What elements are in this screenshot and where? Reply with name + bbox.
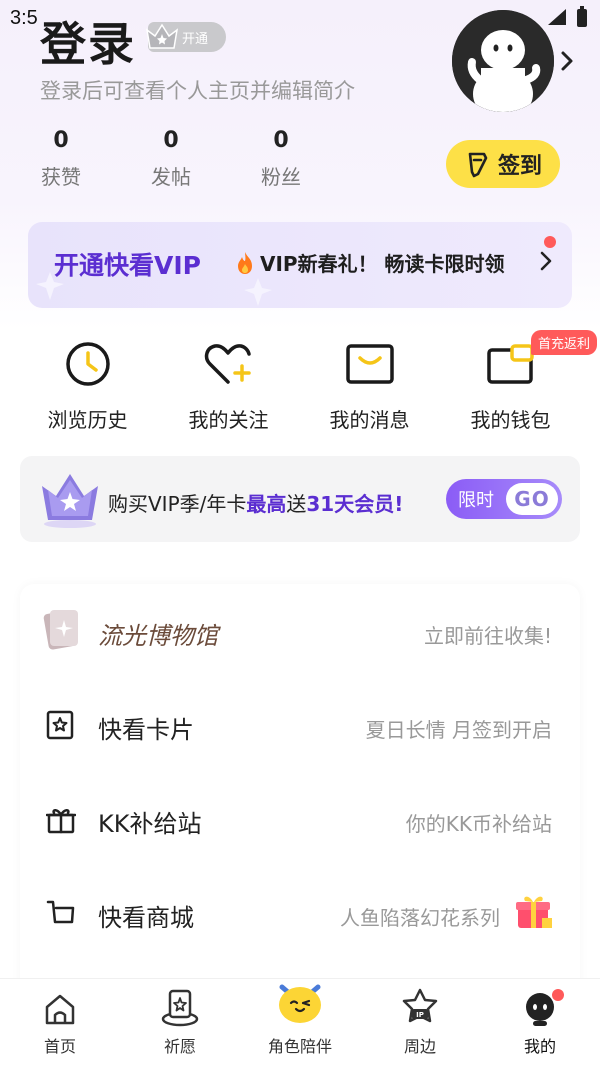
tab-mine[interactable]: 我的 — [480, 979, 600, 1066]
chevron-right-icon — [540, 251, 552, 271]
mail-icon — [345, 344, 394, 384]
stat-fans[interactable]: 0 粉丝 — [250, 128, 312, 190]
gift-box-icon — [516, 896, 552, 928]
login-subtitle: 登录后可查看个人主页并编辑简介 — [40, 79, 355, 103]
vip-banner-title: 开通快看VIP — [54, 251, 201, 280]
menu-item-supply[interactable]: KK补给站 你的KK币补给站 — [20, 788, 580, 848]
clock-icon — [65, 342, 110, 386]
menu-label: 快看卡片 — [98, 716, 194, 744]
quick-history[interactable]: 浏览历史 — [17, 338, 158, 433]
stat-label: 粉丝 — [261, 165, 301, 189]
tab-home[interactable]: 首页 — [0, 979, 120, 1066]
vip-banner-promo: VIP新春礼！ 畅读卡限时领 — [234, 248, 505, 277]
menu-hint: 你的KK币补给站 — [405, 812, 552, 836]
menu-hint: 夏日长情 月签到开启 — [365, 718, 552, 742]
vip-promo-text-b: 最高 — [246, 492, 287, 516]
menu-card: 流光博物馆 立即前往收集! 快看卡片 夏日长情 月签到开启 KK补给站 你的KK… — [20, 584, 580, 1004]
signin-label: 签到 — [497, 154, 542, 179]
home-icon — [45, 994, 75, 1025]
signal-icon — [548, 9, 566, 25]
vip-promo-text-c: 送 — [286, 492, 307, 516]
wish-card-icon — [161, 989, 199, 1027]
stat-posts[interactable]: 0 发帖 — [140, 128, 202, 190]
menu-label: KK补给站 — [98, 810, 202, 838]
fire-icon — [238, 251, 252, 274]
go-label: GO — [506, 483, 558, 515]
quick-label: 浏览历史 — [47, 408, 128, 432]
quick-label: 我的关注 — [188, 408, 269, 432]
gift-icon — [46, 809, 76, 834]
ip-star-icon: IP — [402, 988, 438, 1023]
heart-plus-icon — [204, 344, 251, 384]
wallet-icon — [486, 344, 534, 384]
menu-hint: 人鱼陷落幻花系列 — [340, 906, 500, 930]
menu-label: 流光博物馆 — [98, 622, 218, 650]
vip-promo-text-a: 购买VIP季/年卡 — [108, 492, 247, 516]
notification-dot — [552, 989, 564, 1001]
stat-value: 0 — [53, 128, 69, 153]
limited-label: 限时 — [458, 490, 494, 511]
companion-mascot-icon — [279, 984, 321, 1023]
stat-value: 0 — [273, 128, 289, 153]
tab-wish[interactable]: 祈愿 — [120, 979, 240, 1066]
menu-item-shop[interactable]: 快看商城 人鱼陷落幻花系列 — [20, 882, 580, 942]
menu-item-cards[interactable]: 快看卡片 夏日长情 月签到开启 — [20, 694, 580, 754]
quick-label: 我的钱包 — [470, 408, 551, 432]
stat-likes[interactable]: 0 获赞 — [30, 128, 92, 190]
pencil-icon — [468, 152, 488, 178]
tab-label: 我的 — [523, 1037, 556, 1056]
tab-label: 角色陪伴 — [267, 1037, 332, 1056]
tab-label: 首页 — [43, 1037, 76, 1056]
quick-label: 我的消息 — [329, 408, 410, 432]
vip-promo-banner[interactable]: 购买VIP季/年卡最高送31天会员! 限时 GO — [20, 456, 580, 542]
vip-tag-label: 开通 — [182, 31, 209, 47]
menu-item-museum[interactable]: 流光博物馆 立即前往收集! — [20, 600, 580, 660]
quick-follow[interactable]: 我的关注 — [158, 338, 299, 433]
bottom-tab-bar: 首页 祈愿 角色陪伴 IP 周边 我的 — [0, 978, 600, 1066]
stat-label: 获赞 — [41, 165, 81, 189]
notification-dot — [544, 236, 556, 248]
menu-hint: 立即前往收集! — [423, 624, 552, 648]
cart-icon — [46, 900, 75, 924]
vip-promo-text-d: 31天会员! — [306, 492, 404, 516]
chevron-right-icon[interactable] — [560, 50, 574, 72]
profile-stats: 0 获赞 0 发帖 0 粉丝 — [30, 128, 312, 190]
menu-label: 快看商城 — [98, 904, 194, 932]
crown-icon — [42, 474, 98, 528]
vip-promo-text: 购买VIP季/年卡最高送31天会员! — [108, 488, 403, 517]
signin-button[interactable]: 签到 — [446, 140, 560, 188]
stat-value: 0 — [163, 128, 179, 153]
login-title[interactable]: 登录 — [40, 8, 136, 74]
vip-banner-promo-text: VIP新春礼！ 畅读卡限时领 — [260, 252, 505, 276]
crown-icon — [145, 23, 179, 49]
card-icon — [46, 710, 74, 740]
museum-card-icon — [43, 610, 78, 650]
limited-go-button[interactable]: 限时 GO — [446, 479, 562, 519]
battery-icon — [577, 6, 587, 27]
tab-label: 祈愿 — [163, 1037, 196, 1056]
quick-actions: 浏览历史 我的关注 我的消息 我的钱包 首充返利 — [0, 330, 600, 433]
quick-wallet[interactable]: 我的钱包 首充返利 — [440, 330, 597, 433]
default-avatar-icon — [452, 10, 554, 112]
quick-messages[interactable]: 我的消息 — [299, 338, 440, 433]
svg-text:IP: IP — [416, 1011, 424, 1019]
tab-label: 周边 — [403, 1037, 436, 1056]
avatar[interactable] — [452, 10, 554, 112]
status-time: 3:5 — [10, 7, 38, 29]
vip-banner[interactable]: 开通快看VIP VIP新春礼！ 畅读卡限时领 — [28, 222, 572, 308]
tab-merch[interactable]: IP 周边 — [360, 979, 480, 1066]
stat-label: 发帖 — [151, 165, 191, 189]
first-recharge-badge: 首充返利 — [530, 330, 597, 355]
tab-companion[interactable]: 角色陪伴 — [240, 979, 360, 1066]
vip-tag[interactable]: 开通 — [145, 22, 226, 52]
status-icons — [546, 6, 588, 28]
